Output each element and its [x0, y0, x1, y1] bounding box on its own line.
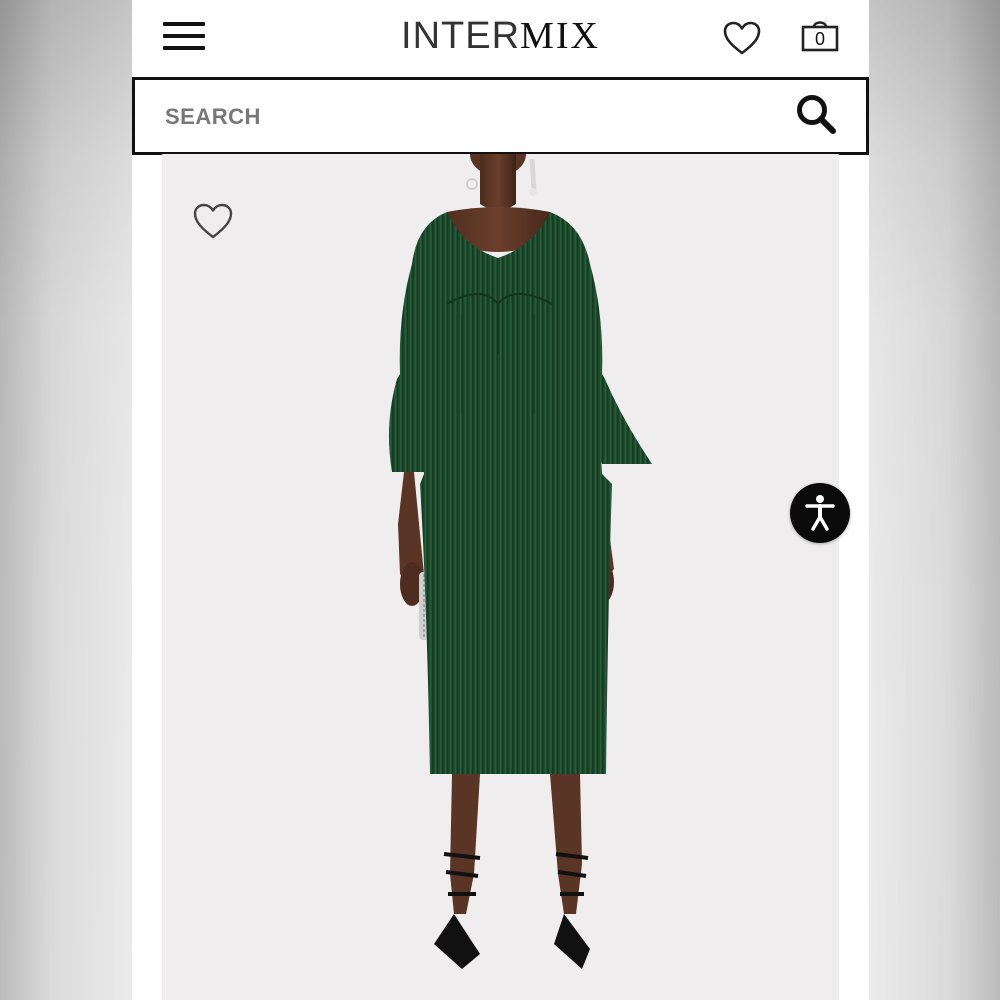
bag-count: 0 — [814, 29, 825, 49]
wishlist-heart-icon[interactable] — [722, 20, 762, 56]
favorite-heart-icon[interactable] — [192, 202, 234, 240]
logo-text-bold: MIX — [520, 15, 600, 57]
search-input[interactable] — [163, 94, 767, 140]
shopping-bag-icon[interactable]: 0 — [800, 16, 840, 56]
search-icon[interactable] — [794, 92, 838, 136]
search-bar — [132, 77, 869, 155]
mobile-page: INTERMIX 0 — [132, 0, 869, 1000]
accessibility-person-icon — [805, 495, 835, 531]
site-header: INTERMIX 0 — [132, 0, 869, 76]
accessibility-button[interactable] — [790, 483, 850, 543]
product-image[interactable] — [162, 154, 839, 1000]
background-left — [0, 0, 132, 1000]
logo-text-light: INTER — [401, 15, 521, 57]
background-right — [869, 0, 1000, 1000]
model-in-green-dress-illustration — [388, 154, 652, 969]
